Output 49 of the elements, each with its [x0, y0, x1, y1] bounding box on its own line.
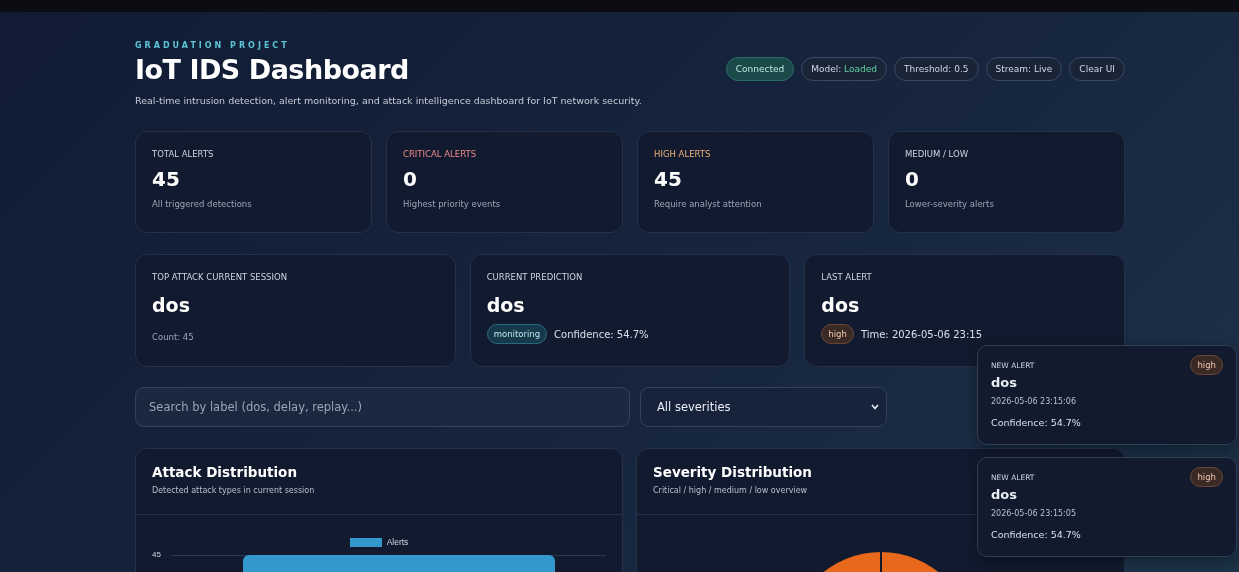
- dashboard-title: IoT IDS Dashboard: [135, 54, 409, 85]
- status-pill: Threshold: 0.5: [893, 57, 979, 81]
- connection-status: Connected: [725, 57, 795, 81]
- panel-title: Severity Distribution: [653, 464, 812, 480]
- stat-value: 45: [152, 167, 181, 191]
- stat-value: 45: [654, 167, 683, 191]
- attack-label: dos: [991, 487, 1018, 502]
- confidence-text: Confidence: 54.7%: [554, 328, 649, 340]
- severity-badge: high: [1190, 355, 1223, 375]
- attack-label: dos: [821, 294, 861, 316]
- stat-note: Lower-severity alerts: [905, 199, 995, 209]
- stat-note: All triggered detections: [152, 199, 253, 209]
- panel-title: Attack Distribution: [152, 464, 297, 480]
- attack-label: dos: [486, 294, 526, 316]
- stat-label: MEDIUM / LOW: [905, 149, 970, 159]
- severity-badge: high: [1190, 467, 1223, 487]
- panel-subtitle: Critical / high / medium / low overview: [653, 486, 808, 495]
- eyebrow-text: GRADUATION PROJECT: [135, 41, 291, 50]
- axis-tick: 45: [152, 550, 161, 559]
- stat-value: 0: [403, 167, 418, 191]
- alert-time: 2026-05-06 23:15:06: [991, 397, 1077, 406]
- legend-swatch: [349, 537, 382, 547]
- dashboard-subtitle: Real-time intrusion detection, alert monitoring, and attack intelligence dashboard for IoT network security.: [135, 95, 643, 106]
- severity-badge: high: [821, 324, 854, 344]
- attack-label: dos: [152, 294, 191, 316]
- status-badge: monitoring: [486, 324, 548, 344]
- attack-label: dos: [991, 375, 1018, 390]
- status-pill: Stream: Live: [985, 57, 1063, 81]
- clear-button[interactable]: Clear UI: [1069, 57, 1125, 81]
- stat-label: HIGH ALERTS: [654, 149, 712, 159]
- stat-note: Highest priority events: [403, 199, 502, 209]
- stat-label: CRITICAL ALERTS: [403, 149, 478, 159]
- confidence-text: Confidence: 54.7%: [991, 529, 1082, 540]
- count-text: Count: 45: [152, 332, 194, 342]
- alert-time: 2026-05-06 23:15:05: [991, 509, 1077, 518]
- alert-time: Time: 2026-05-06 23:15: [860, 328, 982, 340]
- severity-select[interactable]: All severities: [640, 387, 887, 427]
- card-label: TOP ATTACK CURRENT SESSION: [152, 272, 289, 282]
- search-field[interactable]: Search by label (dos, delay, replay...): [135, 387, 630, 427]
- panel-subtitle: Detected attack types in current session: [152, 486, 315, 495]
- card-label: LAST ALERT: [821, 272, 873, 282]
- stat-value: 0: [905, 167, 920, 191]
- model-status: Model: Loaded: [801, 57, 887, 81]
- chevron-down-icon: [871, 404, 879, 410]
- card-label: CURRENT PREDICTION: [486, 272, 584, 282]
- legend-label: Alerts: [386, 537, 409, 547]
- stat-note: Require analyst attention: [654, 199, 763, 209]
- confidence-text: Confidence: 54.7%: [991, 417, 1082, 428]
- stat-label: TOTAL ALERTS: [152, 149, 215, 159]
